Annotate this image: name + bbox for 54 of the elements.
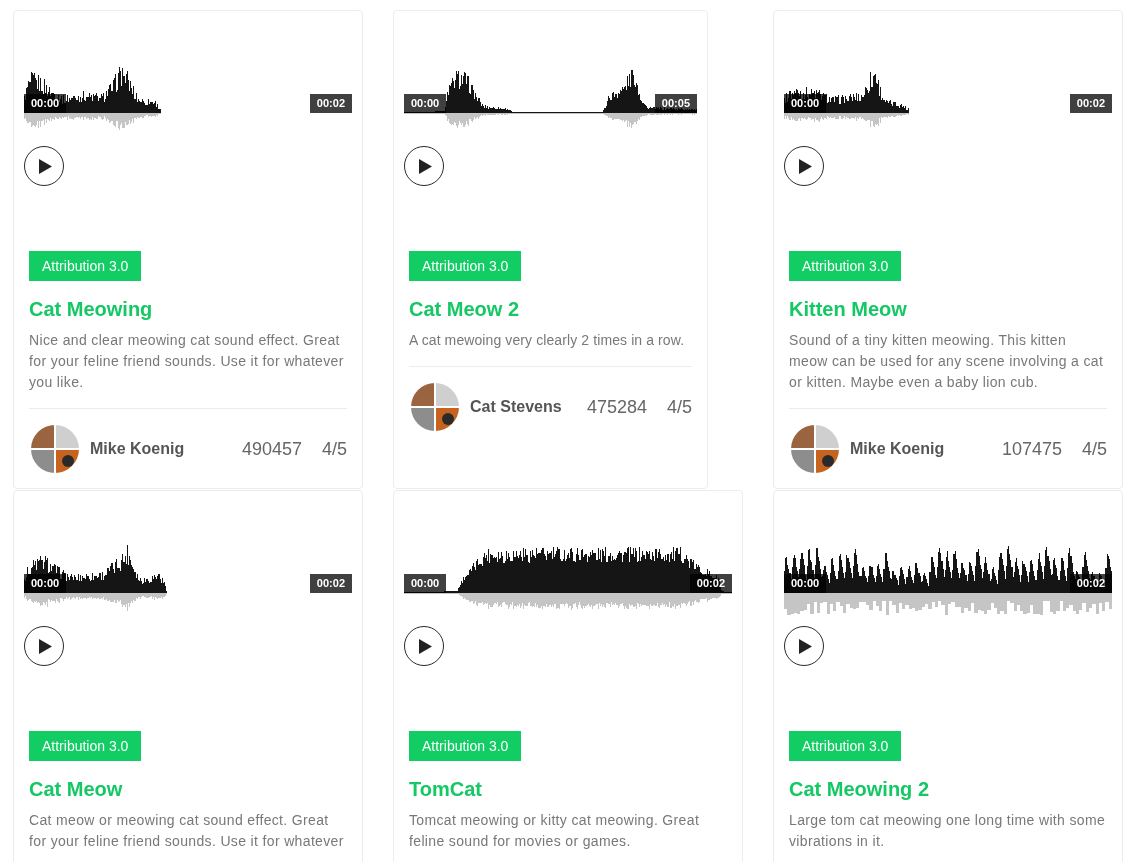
sound-description: Nice and clear meowing cat sound effect. Great for your feline friend sounds. Use it for whatever you like. — [29, 331, 345, 392]
license-badge: Attribution 3.0 — [29, 731, 142, 761]
sound-title[interactable]: Cat Meow — [29, 777, 347, 801]
rating: 4/5 — [666, 396, 692, 418]
avatar-icon — [31, 425, 79, 473]
license-badge: Attribution 3.0 — [409, 731, 522, 761]
download-count: 490457 — [241, 438, 302, 460]
duration-time: 00:02 — [1069, 94, 1112, 113]
elapsed-time: 00:00 — [404, 574, 447, 593]
sound-description: Sound of a tiny kitten meowing. This kitten meow can be used for any scene involving a cat or kitten. Maybe even a baby lion cub. — [789, 331, 1105, 392]
elapsed-time: 00:00 — [784, 94, 827, 113]
elapsed-time: 00:00 — [404, 94, 447, 113]
sound-title[interactable]: Cat Meowing — [29, 297, 347, 321]
play-button[interactable] — [24, 146, 64, 186]
rating: 4/5 — [1081, 438, 1107, 460]
download-count: 107475 — [1001, 438, 1062, 460]
sound-description: A cat mewoing very clearly 2 times in a row. — [409, 331, 686, 350]
license-badge: Attribution 3.0 — [789, 251, 902, 281]
license-badge: Attribution 3.0 — [409, 251, 522, 281]
sound-title[interactable]: Cat Meow 2 — [409, 297, 692, 321]
play-button[interactable] — [404, 626, 444, 666]
author-name: Mike Koenig — [90, 440, 185, 458]
play-icon — [419, 638, 432, 654]
license-badge: Attribution 3.0 — [789, 731, 902, 761]
play-button[interactable] — [404, 146, 444, 186]
duration-time: 00:02 — [1069, 574, 1112, 593]
play-icon — [39, 158, 52, 174]
play-icon — [39, 638, 52, 654]
elapsed-time: 00:00 — [24, 574, 67, 593]
play-button[interactable] — [784, 146, 824, 186]
play-icon — [799, 158, 812, 174]
avatar-icon — [411, 383, 459, 431]
elapsed-time: 00:00 — [784, 574, 827, 593]
play-icon — [799, 638, 812, 654]
sound-description: Cat meow or meowing cat sound effect. Great for your feline friend sounds. Use it for whatever — [29, 811, 345, 851]
play-button[interactable] — [784, 626, 824, 666]
sound-description: Large tom cat meowing one long time with some vibrations in it. — [789, 811, 1107, 851]
duration-time: 00:02 — [309, 94, 352, 113]
license-badge: Attribution 3.0 — [29, 251, 142, 281]
rating: 4/5 — [321, 438, 347, 460]
sound-title[interactable]: Cat Meowing 2 — [789, 777, 1107, 801]
duration-time: 00:05 — [654, 94, 697, 113]
sound-title[interactable]: TomCat — [409, 777, 727, 801]
download-count: 475284 — [586, 396, 647, 418]
duration-time: 00:02 — [309, 574, 352, 593]
elapsed-time: 00:00 — [24, 94, 67, 113]
sound-description: Tomcat meowing or kitty cat meowing. Great feline sound for movies or games. — [409, 811, 701, 851]
sound-title[interactable]: Kitten Meow — [789, 297, 1107, 321]
author-name: Cat Stevens — [470, 398, 562, 416]
play-icon — [419, 158, 432, 174]
author-name: Mike Koenig — [850, 440, 945, 458]
duration-time: 00:02 — [689, 574, 732, 593]
play-button[interactable] — [24, 626, 64, 666]
avatar-icon — [791, 425, 839, 473]
